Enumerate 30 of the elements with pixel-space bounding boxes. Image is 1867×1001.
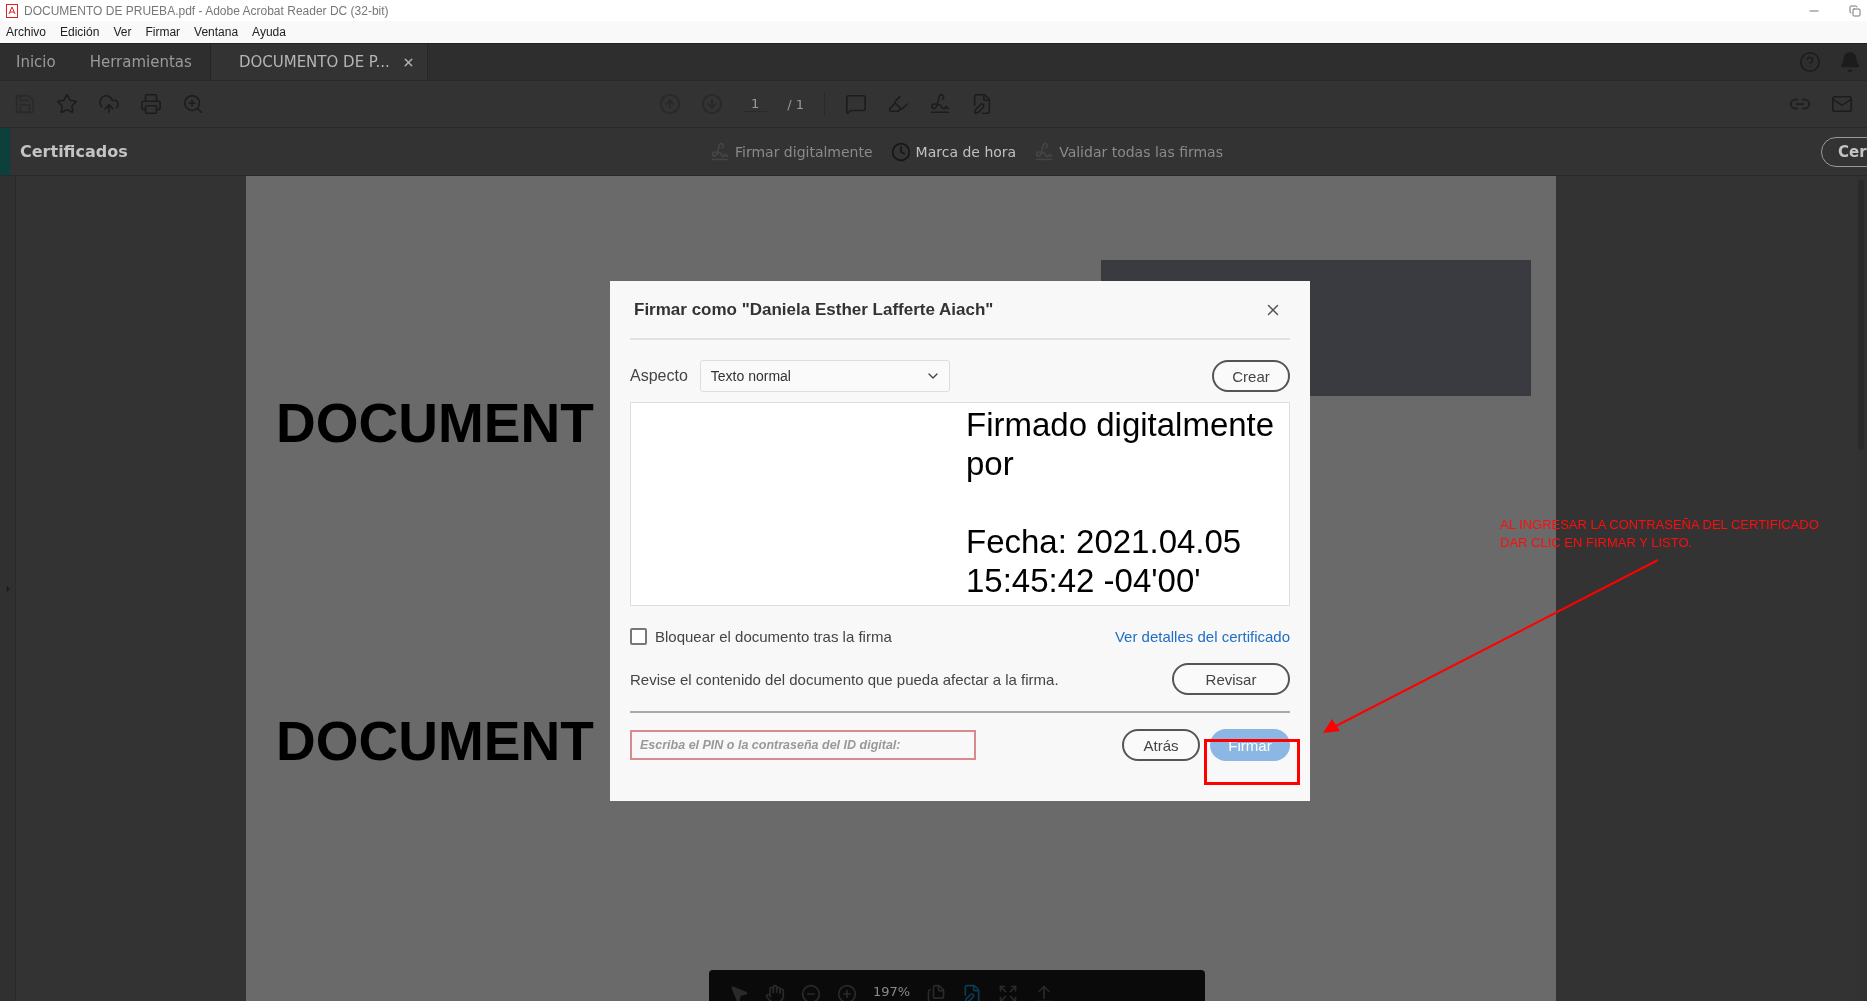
review-button[interactable]: Revisar (1172, 663, 1290, 695)
checkbox-label: Bloquear el documento tras la firma (655, 628, 892, 645)
preview-text: Fecha: 2021.04.05 15:45:42 -04'00' (966, 522, 1243, 600)
dialog-title: Firmar como "Daniela Esther Lafferte Aiach" (634, 299, 994, 320)
tab[interactable]: Herramientas (73, 44, 210, 80)
annotation-text: AL INGRESAR LA CONTRASEÑA DEL CERTIFICADO DAR CLIC EN FIRMAR Y LISTO. (1500, 516, 1819, 552)
window-title: DOCUMENTO DE PRUEBA.pdf - Adobe Acrobat Reader DC (32-bit) (24, 3, 389, 18)
review-text: Revise el contenido del documento que pueda afectar a la firma. (630, 670, 1059, 688)
toolbar-action[interactable]: Marca de hora (890, 141, 1017, 162)
tab[interactable]: DOCUMENTO DE P... (209, 44, 428, 80)
document-heading: DOCUMENT (276, 709, 594, 773)
panel-title: Certificados (20, 142, 129, 161)
page-field[interactable]: 1 (743, 96, 768, 112)
pin-field[interactable]: Escriba el PIN o la contraseña del ID digital: (630, 730, 976, 760)
menu-item[interactable]: Archivo (6, 25, 46, 39)
menu-item[interactable]: Ayuda (252, 25, 286, 39)
tab[interactable]: Inicio (0, 44, 74, 80)
appearance-dropdown[interactable]: Texto normal (699, 360, 950, 392)
menu-item[interactable]: Ventana (194, 25, 239, 39)
preview-text: Firmado digitalmente por (966, 405, 1276, 483)
menu-item[interactable]: Firmar (145, 25, 181, 39)
zoom-level[interactable]: 197% (873, 984, 911, 999)
certificate-link[interactable]: Ver detalles del certificado (1114, 628, 1290, 645)
back-button[interactable]: Atrás (1122, 729, 1200, 761)
create-button[interactable]: Crear (1212, 360, 1290, 392)
menu-item[interactable]: Edición (60, 25, 100, 39)
page-total: / 1 (787, 96, 805, 112)
menu-item[interactable]: Ver (113, 25, 132, 39)
document-heading: DOCUMENT (276, 391, 594, 455)
field-label: Aspecto (630, 367, 688, 385)
